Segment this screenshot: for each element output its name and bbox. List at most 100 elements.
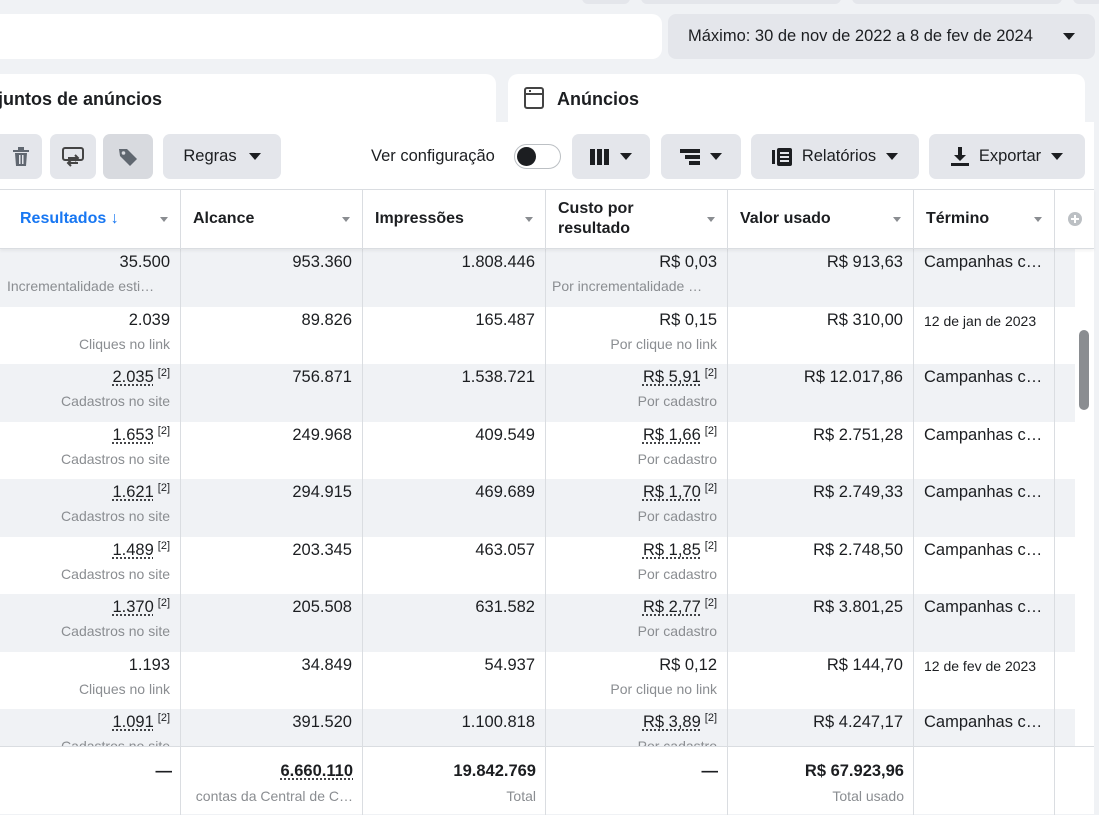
cell-spent: R$ 144,70 [727, 652, 913, 710]
impressions-value: 469.689 [475, 483, 535, 502]
total-spent: R$ 67.923,96 [805, 762, 904, 781]
results-number[interactable]: 1.370 [112, 598, 153, 616]
cost-number[interactable]: R$ 1,66 [643, 426, 701, 444]
results-value: 1.091 [2] [112, 713, 170, 732]
rules-dropdown[interactable]: Regras [163, 134, 281, 179]
cell-reach: 203.345 [180, 537, 362, 595]
impressions-value: 409.549 [475, 426, 535, 445]
cell-reach: 34.849 [180, 652, 362, 710]
cost-subtitle: Por clique no link [610, 681, 717, 697]
impressions-value: 165.487 [475, 311, 535, 330]
cost-value: R$ 0,15 [659, 311, 717, 330]
export-label: Exportar [979, 147, 1041, 166]
cell-spent: R$ 2.751,28 [727, 422, 913, 480]
spent-value: R$ 144,70 [827, 656, 903, 675]
top-button-stub[interactable] [852, 0, 1062, 4]
cell-cost: R$ 1,66 [2] Por cadastro [545, 422, 727, 480]
top-button-stub[interactable] [1073, 0, 1099, 4]
column-header-end[interactable]: Término [913, 190, 1054, 248]
search-bar[interactable] [0, 14, 662, 59]
tag-button[interactable] [103, 134, 153, 179]
impressions-value: 463.057 [475, 541, 535, 560]
cell-results: 2.039 Cliques no link [0, 307, 180, 365]
cell-cost: R$ 5,91 [2] Por cadastro [545, 364, 727, 422]
column-divider [727, 747, 728, 815]
end-value: Campanhas c… [924, 426, 1042, 445]
results-number[interactable]: 1.621 [112, 483, 153, 501]
ad-icon [524, 87, 544, 109]
cost-number[interactable]: R$ 2,77 [643, 598, 701, 616]
breakdown-dropdown[interactable] [661, 134, 741, 179]
results-number[interactable]: 1.653 [112, 426, 153, 444]
cell-reach: 756.871 [180, 364, 362, 422]
results-subtitle: Cadastros no site [61, 393, 170, 409]
spent-value: R$ 12.017,86 [804, 368, 903, 387]
view-config-toggle[interactable] [514, 144, 561, 169]
cell-end: Campanhas c… [913, 594, 1054, 652]
column-header-reach[interactable]: Alcance [180, 190, 362, 248]
date-range-selector[interactable]: Máximo: 30 de nov de 2022 a 8 de fev de … [668, 14, 1095, 59]
column-divider [545, 249, 546, 746]
column-divider [913, 249, 914, 746]
cell-end: Campanhas c… [913, 709, 1054, 746]
cell-results: 1.370 [2] Cadastros no site [0, 594, 180, 652]
spent-value: R$ 2.748,50 [813, 541, 903, 560]
cell-spent: R$ 2.748,50 [727, 537, 913, 595]
column-header-label: Valor usado [740, 210, 831, 228]
chevron-down-icon [886, 153, 898, 160]
columns-dropdown[interactable] [572, 134, 650, 179]
footnote-marker: [2] [158, 425, 170, 437]
footnote-marker: [2] [705, 540, 717, 552]
footnote-marker: [2] [705, 597, 717, 609]
results-number[interactable]: 1.489 [112, 541, 153, 559]
cell-reach: 205.508 [180, 594, 362, 652]
cell-impressions: 463.057 [362, 537, 545, 595]
column-header-amount-spent[interactable]: Valor usado [727, 190, 913, 248]
results-value: 35.500 [120, 253, 170, 272]
results-subtitle: Cliques no link [79, 336, 170, 352]
add-column-icon[interactable] [1068, 212, 1082, 226]
cell-cost: R$ 1,70 [2] Por cadastro [545, 479, 727, 537]
end-value: 12 de jan de 2023 [924, 313, 1036, 329]
results-subtitle: Cadastros no site [61, 451, 170, 467]
cost-number[interactable]: R$ 1,70 [643, 483, 701, 501]
chevron-down-icon [1063, 33, 1075, 40]
column-header-impressions[interactable]: Impressões [362, 190, 545, 248]
reach-value: 294.915 [292, 483, 352, 502]
view-config-label: Ver configuração [371, 147, 495, 166]
results-number[interactable]: 2.035 [112, 368, 153, 386]
reach-value: 953.360 [292, 253, 352, 272]
sort-caret-icon [525, 217, 533, 222]
cell-cost: R$ 0,03 Por incrementalidade … [545, 249, 727, 307]
cost-number[interactable]: R$ 3,89 [643, 713, 701, 731]
column-header-cost-per-result[interactable]: Custo por resultado [545, 190, 727, 248]
cell-spent: R$ 12.017,86 [727, 364, 913, 422]
reach-value: 89.826 [302, 311, 352, 330]
results-number[interactable]: 1.091 [112, 713, 153, 731]
cell-impressions: 1.808.446 [362, 249, 545, 307]
cost-subtitle: Por cadastro [638, 508, 717, 524]
ab-test-button[interactable] [50, 134, 96, 179]
reports-label: Relatórios [802, 147, 876, 166]
reports-dropdown[interactable]: Relatórios [751, 134, 919, 179]
cell-impressions: 1.100.818 [362, 709, 545, 746]
results-subtitle: Incrementalidade esti… [7, 278, 154, 294]
cell-reach: 391.520 [180, 709, 362, 746]
delete-button[interactable] [0, 134, 42, 179]
export-dropdown[interactable]: Exportar [929, 134, 1085, 179]
column-divider [180, 190, 181, 248]
cost-number[interactable]: R$ 5,91 [643, 368, 701, 386]
spent-value: R$ 913,63 [827, 253, 903, 272]
results-value: 2.035 [2] [112, 368, 170, 387]
cell-results: 35.500 Incrementalidade esti… [0, 249, 180, 307]
cost-value: R$ 1,66 [2] [643, 426, 717, 445]
sort-caret-icon [893, 217, 901, 222]
top-button-stub[interactable] [582, 0, 630, 4]
results-subtitle: Cadastros no site [61, 738, 170, 746]
cost-subtitle: Por cadastro [638, 451, 717, 467]
scrollbar-thumb[interactable] [1079, 330, 1089, 410]
end-value: Campanhas c… [924, 483, 1042, 502]
top-button-stub[interactable] [641, 0, 841, 4]
cost-number[interactable]: R$ 1,85 [643, 541, 701, 559]
column-header-results[interactable]: Resultados ↓ [0, 190, 180, 248]
